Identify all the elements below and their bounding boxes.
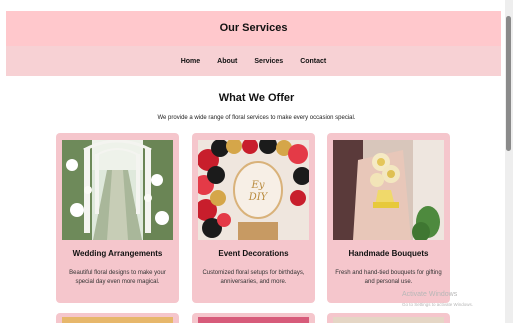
nav-link-services[interactable]: Services xyxy=(254,58,283,65)
bouquet-image xyxy=(333,140,444,240)
nav-link-home[interactable]: Home xyxy=(181,58,200,65)
section-subtitle: We provide a wide range of floral servic… xyxy=(157,115,356,121)
vertical-scrollbar[interactable] xyxy=(505,0,513,323)
svg-text:DIY: DIY xyxy=(248,192,269,203)
scrollbar-thumb[interactable] xyxy=(506,16,511,151)
watermark-line2: Go to Settings to activate Windows. xyxy=(402,302,474,307)
site-title: Our Services xyxy=(219,22,288,34)
main-nav: Home About Services Contact xyxy=(6,46,501,76)
card-image xyxy=(198,317,309,323)
service-card-next[interactable] xyxy=(56,313,179,323)
card-image xyxy=(62,317,173,323)
site-header: Our Services xyxy=(6,11,501,46)
nav-link-contact[interactable]: Contact xyxy=(300,58,326,65)
service-card-events[interactable]: Ey DIY Event Decorations Customized flor… xyxy=(192,133,315,303)
service-card-next[interactable] xyxy=(192,313,315,323)
card-image xyxy=(333,317,444,323)
service-card-bouquets[interactable]: Handmade Bouquets Fresh and hand-tied bo… xyxy=(327,133,450,303)
watermark-line1: Activate Windows xyxy=(402,291,458,298)
nav-link-about[interactable]: About xyxy=(217,58,237,65)
section-title: What We Offer xyxy=(218,92,295,104)
card-title: Event Decorations xyxy=(218,249,289,258)
card-title: Wedding Arrangements xyxy=(72,249,163,258)
service-card-next[interactable] xyxy=(327,313,450,323)
card-description: Beautiful floral designs to make your sp… xyxy=(69,270,166,285)
card-description: Fresh and hand-tied bouquets for gifting… xyxy=(335,270,442,285)
card-title: Handmade Bouquets xyxy=(348,249,429,258)
wedding-garden-image xyxy=(62,140,173,240)
page: Our Services Home About Services Contact… xyxy=(0,0,513,323)
svg-text:Ey: Ey xyxy=(251,180,265,191)
activate-windows-watermark: Activate Windows Go to Settings to activ… xyxy=(402,290,473,310)
balloon-decor-image: Ey DIY xyxy=(198,140,309,240)
service-card-wedding[interactable]: Wedding Arrangements Beautiful floral de… xyxy=(56,133,179,303)
card-description: Customized floral setups for birthdays, … xyxy=(202,270,305,285)
